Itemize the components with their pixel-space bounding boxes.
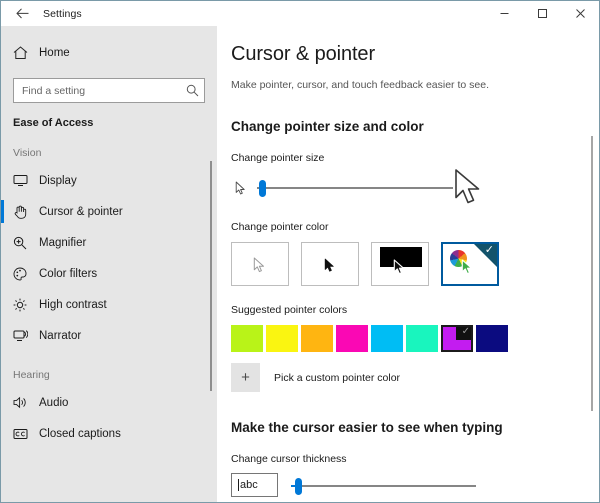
sidebar: Home Ease of Access Vision Display — [1, 26, 217, 502]
text-caret-icon — [238, 479, 239, 491]
sidebar-item-label: Display — [39, 174, 77, 187]
page-subtitle: Make pointer, cursor, and touch feedback… — [231, 79, 489, 91]
closed-captions-icon — [13, 428, 39, 440]
search-input[interactable] — [22, 84, 186, 97]
checkmark-icon: ✓ — [461, 326, 470, 337]
pointer-color-tile-custom[interactable]: ✓ — [441, 242, 499, 286]
page-title: Cursor & pointer — [231, 43, 376, 65]
small-cursor-icon — [235, 181, 248, 201]
main-content: Cursor & pointer Make pointer, cursor, a… — [217, 26, 599, 502]
suggested-color-swatches: ✓ — [231, 325, 599, 352]
pointer-size-slider-row — [231, 169, 481, 204]
color-swatch[interactable] — [476, 325, 508, 352]
sidebar-item-high-contrast[interactable]: High contrast — [1, 289, 217, 320]
cursor-preview-box: abc — [231, 473, 278, 497]
search-icon[interactable] — [186, 84, 199, 97]
sidebar-item-label: Color filters — [39, 267, 98, 280]
window-title: Settings — [43, 7, 82, 20]
color-swatch[interactable] — [371, 325, 403, 352]
pointer-color-tile-white[interactable] — [231, 242, 289, 286]
pointer-color-tile-black[interactable] — [301, 242, 359, 286]
sidebar-group-hearing-label: Hearing — [13, 369, 50, 381]
sidebar-item-closed-captions[interactable]: Closed captions — [1, 418, 217, 449]
cursor-thickness-track[interactable] — [291, 485, 476, 487]
color-swatch[interactable] — [336, 325, 368, 352]
color-swatch[interactable] — [406, 325, 438, 352]
content-scrollbar[interactable] — [591, 136, 593, 411]
pointer-hand-icon — [13, 205, 39, 219]
sidebar-item-home[interactable]: Home — [1, 36, 217, 69]
cursor-thickness-thumb[interactable] — [295, 478, 302, 495]
sidebar-scrollbar[interactable] — [210, 161, 212, 391]
sidebar-item-magnifier[interactable]: Magnifier — [1, 227, 217, 258]
sidebar-item-color-filters[interactable]: Color filters — [1, 258, 217, 289]
search-box[interactable] — [13, 78, 205, 103]
palette-icon — [13, 267, 39, 281]
sidebar-item-narrator[interactable]: Narrator — [1, 320, 217, 351]
pointer-size-thumb[interactable] — [259, 180, 266, 197]
title-bar: Settings — [1, 1, 599, 26]
sidebar-item-label: Narrator — [39, 329, 82, 342]
pointer-color-tile-inverted[interactable] — [371, 242, 429, 286]
color-swatch[interactable] — [266, 325, 298, 352]
large-cursor-icon — [453, 168, 485, 211]
sidebar-section-header: Ease of Access — [13, 117, 94, 129]
sun-icon — [13, 298, 39, 312]
cursor-thickness-slider-row: abc — [231, 473, 481, 501]
back-arrow-icon[interactable] — [1, 1, 43, 26]
sidebar-item-audio[interactable]: Audio — [1, 387, 217, 418]
color-swatch[interactable] — [301, 325, 333, 352]
sidebar-item-label: Cursor & pointer — [39, 205, 123, 218]
sidebar-item-label: Audio — [39, 396, 69, 409]
magnifier-icon — [13, 236, 39, 250]
sidebar-item-cursor-pointer[interactable]: Cursor & pointer — [1, 196, 217, 227]
sidebar-item-label: Magnifier — [39, 236, 87, 249]
section-title-cursor: Make the cursor easier to see when typin… — [231, 420, 503, 435]
suggested-colors-label: Suggested pointer colors — [231, 304, 348, 316]
sidebar-item-label: Closed captions — [39, 427, 121, 440]
maximize-button[interactable] — [523, 1, 561, 26]
pick-custom-color-button[interactable]: + Pick a custom pointer color — [231, 363, 599, 392]
minimize-button[interactable] — [485, 1, 523, 26]
pointer-color-tiles: ✓ — [231, 242, 599, 286]
monitor-icon — [13, 174, 39, 187]
color-swatch-selected[interactable]: ✓ — [441, 325, 473, 352]
checkmark-icon: ✓ — [484, 244, 494, 256]
section-title-pointer: Change pointer size and color — [231, 119, 424, 134]
narrator-icon — [13, 329, 39, 342]
speaker-icon — [13, 396, 39, 409]
close-button[interactable] — [561, 1, 599, 26]
pointer-size-label: Change pointer size — [231, 152, 325, 164]
sidebar-group-vision-label: Vision — [13, 147, 42, 159]
pointer-color-label: Change pointer color — [231, 221, 329, 233]
sidebar-item-display[interactable]: Display — [1, 165, 217, 196]
color-swatch[interactable] — [231, 325, 263, 352]
pointer-size-track[interactable] — [257, 187, 453, 189]
plus-icon: + — [231, 363, 260, 392]
sidebar-home-label: Home — [39, 46, 70, 59]
cursor-thickness-label: Change cursor thickness — [231, 453, 347, 465]
cursor-preview-text: abc — [240, 479, 258, 491]
home-icon — [13, 45, 39, 60]
sidebar-item-label: High contrast — [39, 298, 107, 311]
pick-custom-color-label: Pick a custom pointer color — [274, 371, 401, 384]
settings-window: Settings Home Find a setting Ease of Acc… — [0, 0, 600, 503]
